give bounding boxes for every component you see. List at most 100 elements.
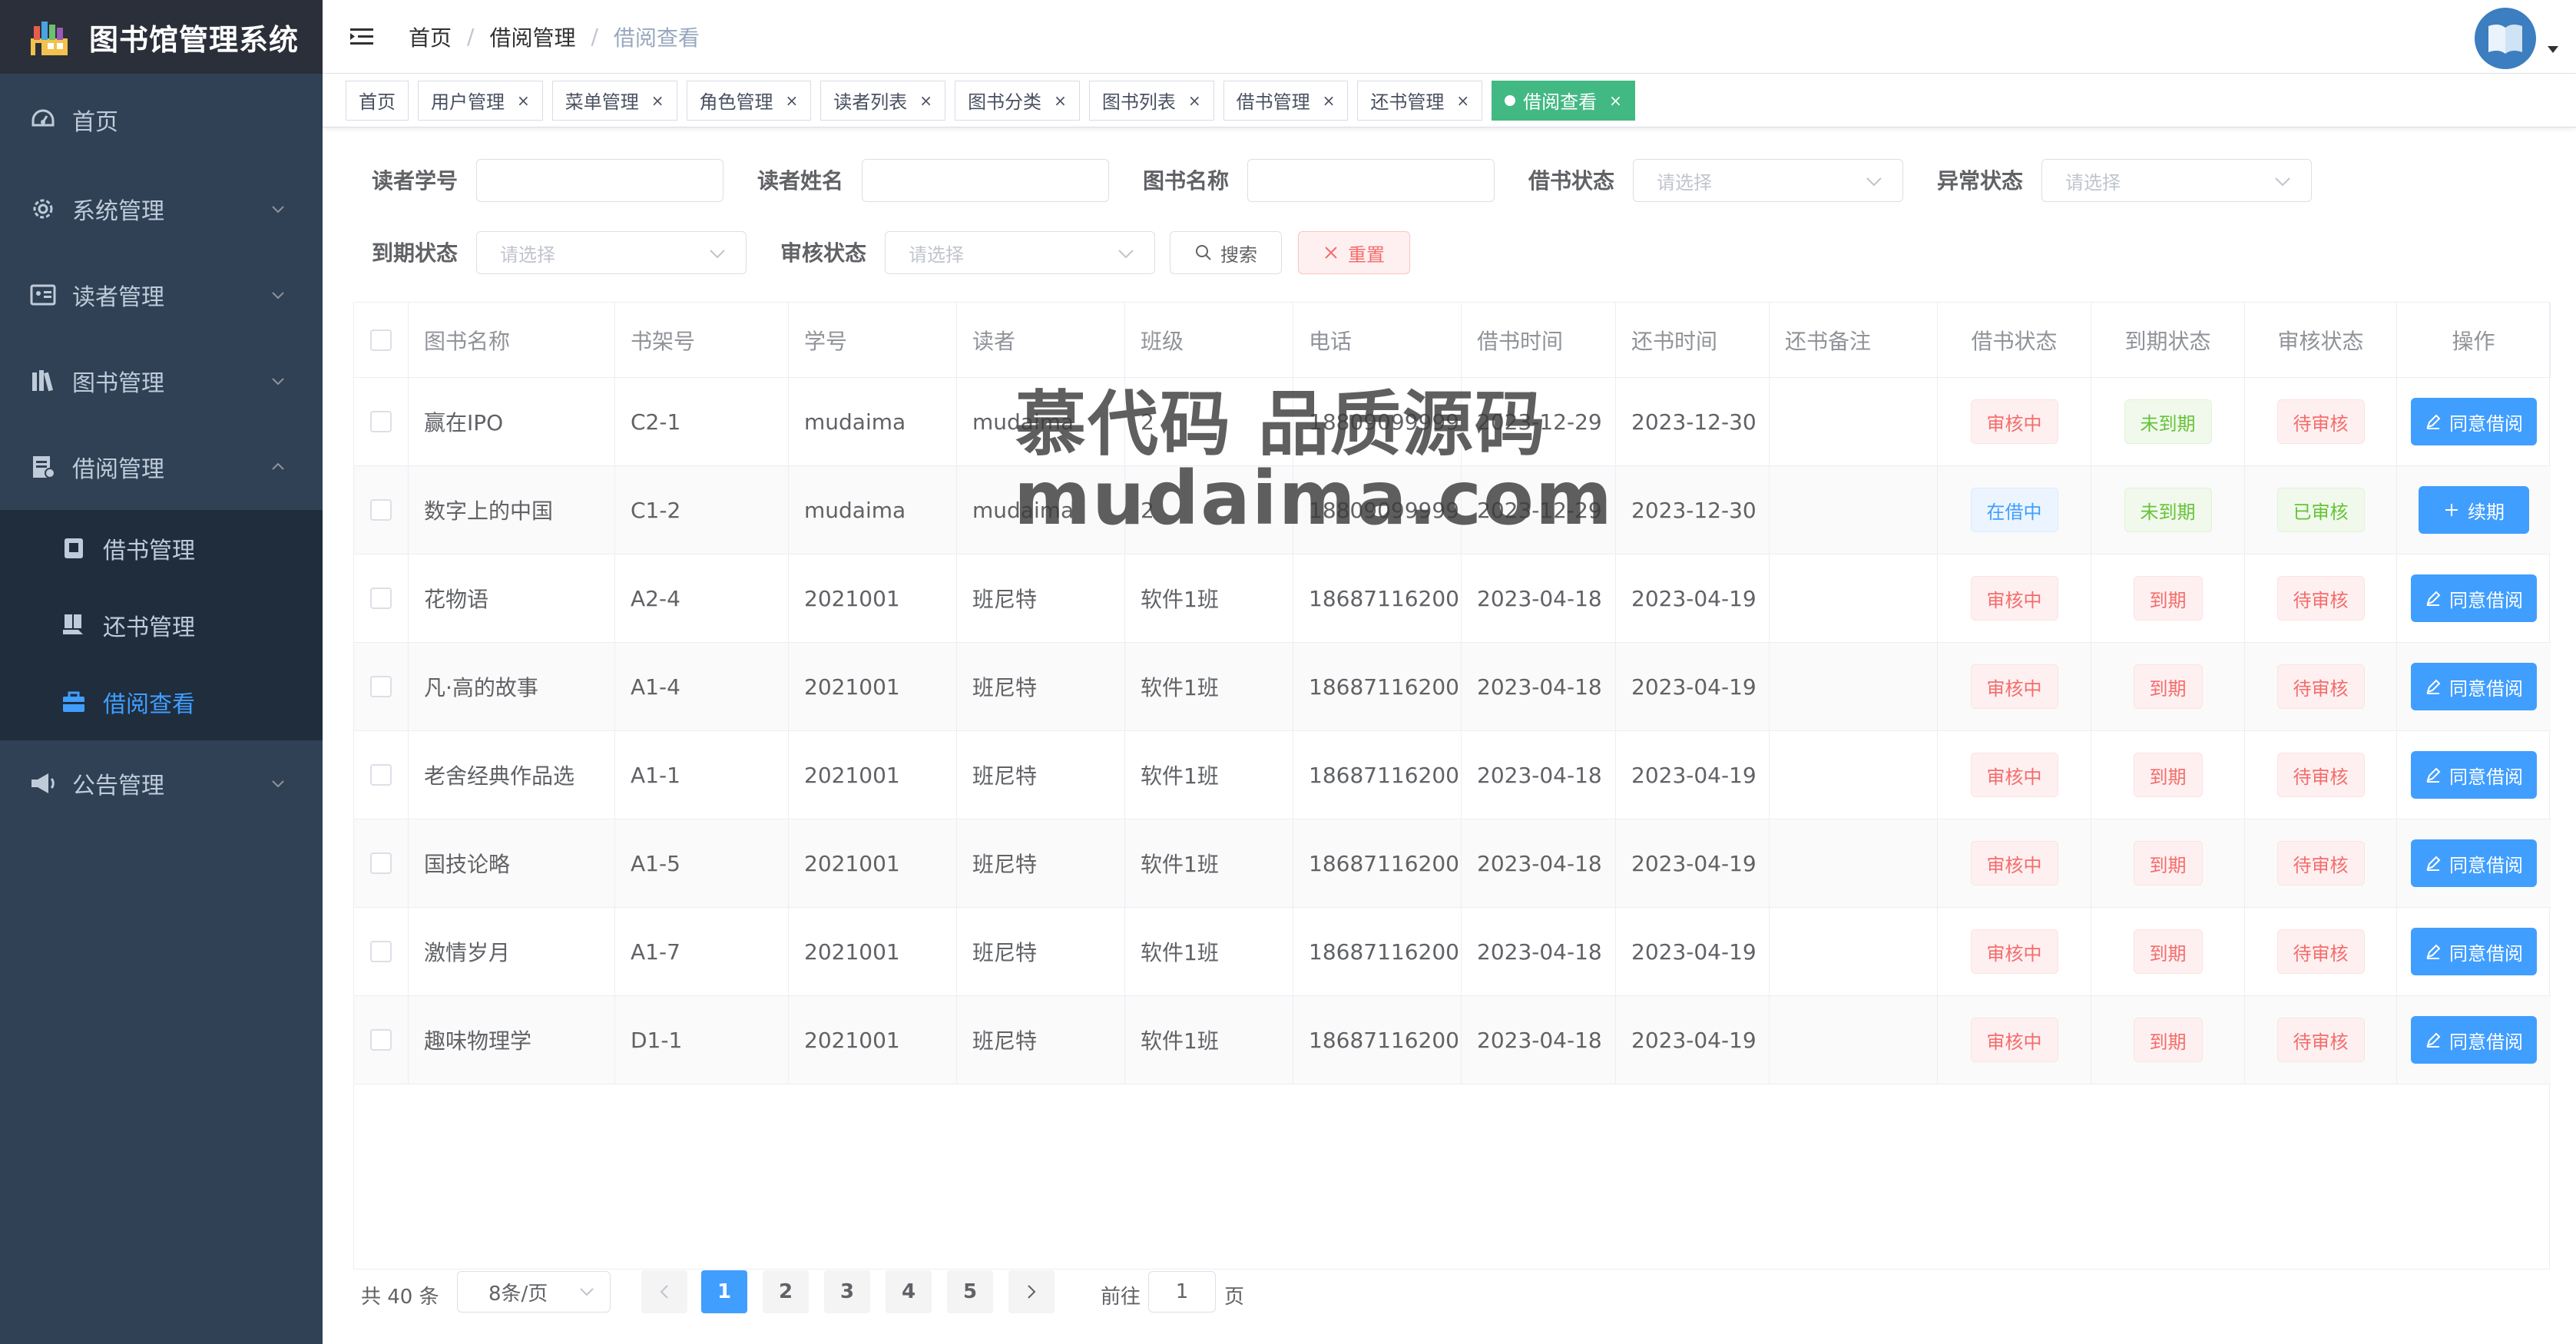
close-icon[interactable]: ×: [1054, 91, 1067, 110]
select-all-checkbox[interactable]: [370, 329, 392, 351]
table-row[interactable]: 凡·高的故事 A1-4 2021001 班尼特 软件1班 18687116200 2023-…: [354, 643, 2551, 731]
tag-book-category[interactable]: 图书分类 ×: [955, 80, 1080, 121]
abnormal-status-select[interactable]: 请选择: [2041, 159, 2312, 202]
tag-borrow-view[interactable]: 借阅查看 ×: [1492, 80, 1635, 121]
student-id-input[interactable]: [476, 159, 723, 202]
reset-button[interactable]: 重置: [1298, 231, 1410, 274]
caret-down-icon[interactable]: [2547, 45, 2559, 54]
sidebar-subitem-return-books[interactable]: 还书管理: [0, 587, 323, 664]
tag-return-books[interactable]: 还书管理 ×: [1357, 80, 1483, 121]
borrow-status-select[interactable]: 请选择: [1633, 159, 1903, 202]
due-status-select[interactable]: 请选择: [476, 231, 747, 274]
reader-name-input[interactable]: [862, 159, 1109, 202]
table-row[interactable]: 老舍经典作品选 A1-1 2021001 班尼特 软件1班 18687116200 2023…: [354, 731, 2551, 819]
avatar[interactable]: [2475, 8, 2536, 69]
close-icon[interactable]: ×: [1609, 91, 1622, 110]
table-row[interactable]: 国技论略 A1-5 2021001 班尼特 软件1班 18687116200 2023-04…: [354, 819, 2551, 908]
tag-borrow-books[interactable]: 借书管理 ×: [1223, 80, 1349, 121]
tag-reader-list[interactable]: 读者列表 ×: [820, 80, 946, 121]
tag-label: 图书分类: [968, 91, 1042, 113]
page-size-select[interactable]: 8条/页: [457, 1271, 611, 1313]
close-icon[interactable]: ×: [1323, 91, 1336, 110]
row-checkbox[interactable]: [370, 676, 392, 697]
close-icon[interactable]: ×: [786, 91, 799, 110]
prev-page-button[interactable]: [641, 1270, 687, 1313]
audit-status-select[interactable]: 请选择: [885, 231, 1155, 274]
sidebar-item-readers[interactable]: 读者管理: [0, 252, 323, 338]
row-checkbox[interactable]: [370, 852, 392, 874]
select-all-cell: [354, 303, 409, 377]
close-icon[interactable]: ×: [517, 91, 530, 110]
book-name-input[interactable]: [1247, 159, 1495, 202]
row-checkbox[interactable]: [370, 588, 392, 609]
audit-status-badge: 待审核: [2276, 399, 2365, 444]
book-name-cell: 数字上的中国: [409, 466, 615, 554]
tag-menu-management[interactable]: 菜单管理 ×: [551, 80, 677, 121]
row-checkbox[interactable]: [370, 764, 392, 786]
next-page-button[interactable]: [1008, 1270, 1055, 1313]
sidebar-item-books[interactable]: 图书管理: [0, 338, 323, 424]
borrow-status-badge: 审核中: [1970, 664, 2058, 709]
action-label: 同意借阅: [2449, 589, 2523, 611]
audit-status-badge: 待审核: [2276, 753, 2365, 797]
tag-home[interactable]: 首页: [346, 80, 409, 121]
page-button-4[interactable]: 4: [886, 1270, 932, 1313]
page-button-1[interactable]: 1: [701, 1270, 747, 1313]
chevron-down-icon: [272, 206, 284, 214]
approve-borrow-button[interactable]: 同意借阅: [2411, 663, 2537, 710]
filter-label-student-id: 读者学号: [372, 168, 459, 194]
sidebar-item-borrow[interactable]: 借阅管理: [0, 424, 323, 510]
page-button-2[interactable]: 2: [763, 1270, 809, 1313]
tag-role-management[interactable]: 角色管理 ×: [686, 80, 812, 121]
row-checkbox[interactable]: [370, 1029, 392, 1051]
return-note-cell: [1770, 554, 1938, 642]
search-icon: [1196, 245, 1211, 260]
row-checkbox[interactable]: [370, 941, 392, 962]
audit-status-badge: 待审核: [2276, 929, 2365, 974]
student-id-cell: 2021001: [789, 996, 957, 1084]
approve-borrow-button[interactable]: 同意借阅: [2411, 751, 2537, 799]
close-icon[interactable]: ×: [1188, 91, 1201, 110]
audit-status-badge-cell: 待审核: [2245, 731, 2397, 819]
audit-status-badge: 待审核: [2276, 664, 2365, 709]
brand: 图书馆管理系统: [0, 0, 323, 74]
page-button-3[interactable]: 3: [824, 1270, 870, 1313]
return-note-cell: [1770, 466, 1938, 554]
close-icon[interactable]: ×: [651, 91, 664, 110]
search-button[interactable]: 搜索: [1170, 231, 1282, 274]
approve-borrow-button[interactable]: 同意借阅: [2411, 398, 2537, 445]
tag-book-list[interactable]: 图书列表 ×: [1088, 80, 1214, 121]
approve-borrow-button[interactable]: 同意借阅: [2411, 839, 2537, 887]
class-cell: 软件1班: [1125, 908, 1293, 995]
approve-borrow-button[interactable]: 同意借阅: [2411, 928, 2537, 975]
approve-borrow-button[interactable]: 同意借阅: [2411, 1016, 2537, 1064]
breadcrumb-home[interactable]: 首页: [409, 22, 452, 52]
goto-page-input[interactable]: 1: [1148, 1271, 1216, 1313]
borrow-status-badge-cell: 审核中: [1938, 908, 2091, 995]
row-checkbox[interactable]: [370, 499, 392, 521]
approve-borrow-button[interactable]: 同意借阅: [2411, 574, 2537, 622]
sidebar-item-notice[interactable]: 公告管理: [0, 740, 323, 826]
shelf-cell: A2-4: [615, 554, 789, 642]
borrow-status-badge-cell: 审核中: [1938, 643, 2091, 730]
hamburger-icon[interactable]: [349, 24, 375, 50]
tag-user-management[interactable]: 用户管理 ×: [418, 80, 543, 121]
renew-button[interactable]: 续期: [2419, 486, 2529, 534]
table-row[interactable]: 花物语 A2-4 2021001 班尼特 软件1班 18687116200 2023-04-…: [354, 554, 2551, 643]
audit-status-badge: 待审核: [2276, 841, 2365, 886]
sidebar-item-home[interactable]: 首页: [0, 74, 323, 166]
row-checkbox[interactable]: [370, 411, 392, 432]
return-time-cell: 2023-04-19: [1616, 731, 1770, 819]
active-dot-icon: [1505, 94, 1516, 106]
page-button-5[interactable]: 5: [947, 1270, 993, 1313]
column-header: 电话: [1293, 303, 1462, 377]
sidebar-subitem-borrow-books[interactable]: 借书管理: [0, 510, 323, 587]
table-row[interactable]: 趣味物理学 D1-1 2021001 班尼特 软件1班 18687116200 2023-0…: [354, 996, 2551, 1084]
sidebar-item-system[interactable]: 系统管理: [0, 166, 323, 252]
sidebar-subitem-borrow-view[interactable]: 借阅查看: [0, 664, 323, 740]
megaphone-icon: [28, 768, 58, 799]
close-icon[interactable]: ×: [1456, 91, 1469, 110]
close-icon[interactable]: ×: [919, 91, 932, 110]
table-row[interactable]: 激情岁月 A1-7 2021001 班尼特 软件1班 18687116200 2023-04…: [354, 908, 2551, 996]
select-placeholder: 请选择: [1657, 171, 1712, 194]
